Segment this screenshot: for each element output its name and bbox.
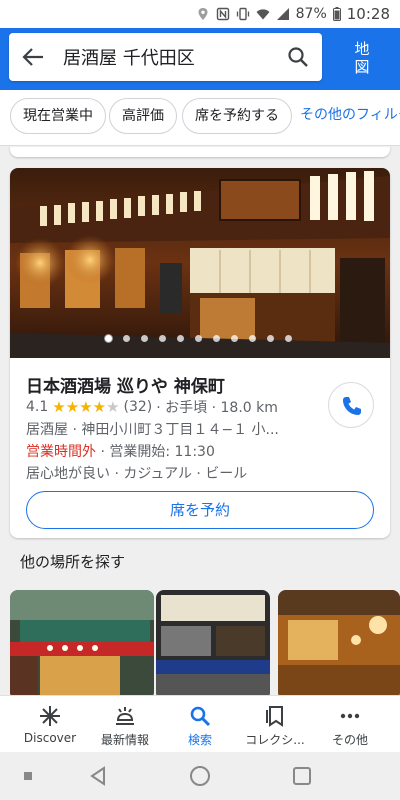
filter-reservable[interactable]: 席を予約する	[182, 98, 292, 134]
battery-icon	[332, 7, 341, 21]
nav-more[interactable]: その他	[310, 696, 390, 753]
opening-time: · 営業開始: 11:30	[96, 444, 215, 460]
nearby-place-thumbnail[interactable]	[278, 590, 400, 695]
filter-top-rated[interactable]: 高評価	[109, 98, 177, 134]
search-query[interactable]: 居酒屋 千代田区	[63, 44, 195, 70]
pagination-dot[interactable]	[285, 335, 292, 342]
map-button-line1: 地	[354, 40, 370, 58]
nav-label: 最新情報	[100, 733, 149, 747]
nav-search[interactable]: 検索	[160, 696, 240, 753]
review-count: (32)	[123, 399, 153, 415]
nav-label: コレクシ...	[245, 733, 305, 747]
collections-icon	[266, 706, 283, 727]
pagination-dot[interactable]	[123, 335, 130, 342]
section-heading: 他の場所を探す	[20, 553, 126, 571]
search-icon[interactable]	[286, 45, 310, 69]
nav-label: 検索	[187, 733, 212, 747]
bottom-navigation: Discover 最新情報 検索 コレクシ... その他	[0, 695, 400, 752]
search-icon	[190, 706, 211, 727]
nav-label: その他	[331, 733, 368, 747]
discover-icon	[40, 706, 60, 726]
search-box[interactable]: 居酒屋 千代田区	[9, 33, 322, 81]
pagination-dot[interactable]	[249, 335, 256, 342]
nearby-place-thumbnail[interactable]	[10, 590, 154, 695]
pagination-dot[interactable]	[159, 335, 166, 342]
place-result-card[interactable]: 日本酒酒場 巡りや 神保町 4.1 ★★★★★ (32) · お手頃 · 18.…	[10, 168, 390, 538]
map-view-button[interactable]: 地 図	[332, 34, 392, 82]
pagination-dot[interactable]	[231, 335, 238, 342]
location-icon	[198, 8, 208, 20]
recent-apps-dot-icon[interactable]	[24, 772, 32, 780]
app-header: 居酒屋 千代田区 地 図	[0, 28, 400, 90]
pagination-dot[interactable]	[105, 335, 112, 342]
pagination-dot[interactable]	[177, 335, 184, 342]
pagination-dot[interactable]	[267, 335, 274, 342]
back-icon[interactable]	[90, 766, 105, 786]
pagination-dot[interactable]	[213, 335, 220, 342]
filter-open-now[interactable]: 現在営業中	[10, 98, 106, 134]
photo-pagination	[105, 335, 292, 342]
signal-icon	[276, 8, 289, 20]
rating-value: 4.1	[26, 399, 49, 415]
pagination-dot[interactable]	[141, 335, 148, 342]
previous-card	[10, 147, 390, 157]
nav-updates[interactable]: 最新情報	[85, 696, 165, 753]
features: 居心地が良い · カジュアル · ビール	[26, 466, 248, 482]
nav-collections[interactable]: コレクシ...	[235, 696, 315, 753]
filter-more[interactable]: その他のフィルタ	[300, 98, 400, 134]
phone-icon	[343, 397, 361, 415]
nav-discover[interactable]: Discover	[10, 696, 90, 753]
hours-row: 営業時間外 · 営業開始: 11:30	[26, 441, 215, 461]
wifi-icon	[256, 9, 270, 20]
star-rating-icon: ★★★★★	[52, 398, 120, 416]
rating-row: 4.1 ★★★★★ (32) · お手頃 · 18.0 km	[26, 397, 278, 417]
place-photo[interactable]	[10, 168, 390, 358]
nfc-icon	[216, 7, 229, 21]
results-list[interactable]: 日本酒酒場 巡りや 神保町 4.1 ★★★★★ (32) · お手頃 · 18.…	[0, 147, 400, 695]
system-navigation-bar	[0, 752, 400, 800]
filter-bar: 現在営業中 高評価 席を予約する その他のフィルタ	[0, 90, 400, 146]
vibrate-icon	[236, 7, 249, 21]
clock: 10:28	[346, 5, 390, 23]
category-address: 居酒屋 · 神田小川町３丁目１４−１ 小...	[26, 422, 279, 438]
overview-icon[interactable]	[293, 767, 311, 785]
reserve-button[interactable]: 席を予約	[26, 491, 374, 529]
pagination-dot[interactable]	[195, 335, 202, 342]
call-button[interactable]	[328, 382, 374, 428]
price-distance: · お手頃 · 18.0 km	[156, 400, 278, 416]
nearby-place-thumbnail[interactable]	[156, 590, 270, 695]
updates-icon	[116, 707, 134, 725]
nav-label: Discover	[23, 731, 77, 745]
more-icon	[340, 713, 360, 719]
status-bar: 87% 10:28	[0, 0, 400, 28]
map-button-line2: 図	[354, 58, 370, 76]
place-name[interactable]: 日本酒酒場 巡りや 神保町	[26, 372, 225, 397]
closed-status: 営業時間外	[26, 444, 96, 460]
battery-level: 87%	[295, 6, 327, 22]
home-icon[interactable]	[190, 766, 210, 786]
back-arrow-icon[interactable]	[21, 46, 45, 68]
